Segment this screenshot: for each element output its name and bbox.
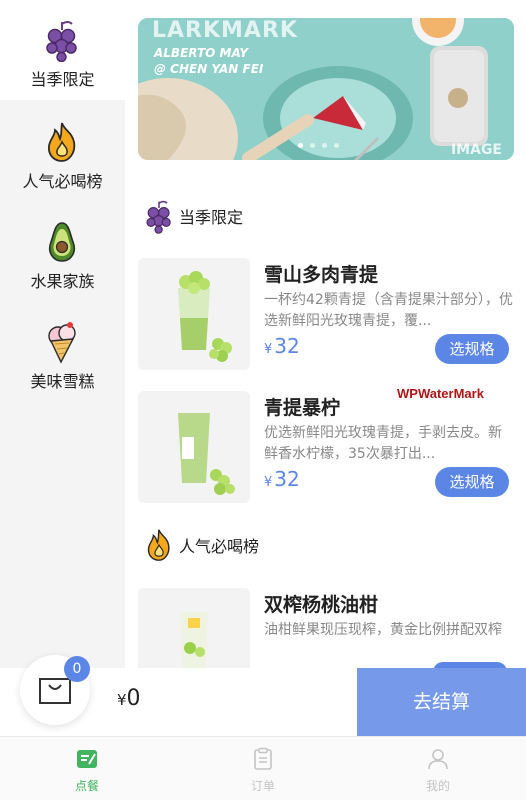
banner-corner-text: IMAGE xyxy=(450,142,502,158)
promo-banner[interactable]: LARKMARK ALBERTO MAY @ CHEN YAN FEI IMAG… xyxy=(138,18,514,160)
section-title: 当季限定 xyxy=(179,208,244,227)
bottom-tab-bar: 点餐 订单 我的 xyxy=(0,736,526,800)
product-card[interactable]: 青提暴柠 优选新鲜阳光玫瑰青提，手剥去皮。新鲜香水柠檬，35次暴打出... ¥3… xyxy=(138,391,514,503)
product-description: 油柑鲜果现压现榨，黄金比例拼配双榨 xyxy=(264,622,502,638)
tab-order[interactable]: 点餐 xyxy=(27,737,147,800)
sidebar-item-fruit[interactable]: 水果家族 xyxy=(0,202,125,302)
order-icon xyxy=(77,750,97,768)
tab-label: 点餐 xyxy=(74,779,99,793)
product-name: 青提暴柠 xyxy=(264,397,341,419)
product-card[interactable]: 双榨杨桃油柑 油柑鲜果现压现榨，黄金比例拼配双榨 xyxy=(138,588,514,668)
section-header-popular: 人气必喝榜 xyxy=(143,525,259,565)
carousel-dot[interactable] xyxy=(298,143,303,148)
sidebar-item-label: 人气必喝榜 xyxy=(22,172,103,191)
tab-orders[interactable]: 订单 xyxy=(203,737,323,800)
product-price: ¥32 xyxy=(264,467,300,491)
product-description: 优选新鲜阳光玫瑰青提，手剥去皮。新鲜香水柠檬，35次暴打出... xyxy=(264,425,502,462)
flame-icon xyxy=(48,122,76,162)
grape-icon xyxy=(146,200,171,234)
clipboard-icon xyxy=(254,747,272,770)
currency-symbol: ¥ xyxy=(117,691,127,709)
carousel-indicator[interactable] xyxy=(298,143,339,148)
tab-label: 我的 xyxy=(425,779,450,793)
tab-profile[interactable]: 我的 xyxy=(378,737,498,800)
product-name: 双榨杨桃油柑 xyxy=(264,594,379,616)
product-image[interactable] xyxy=(138,391,250,503)
cart-count-badge: 0 xyxy=(64,656,90,682)
currency-symbol: ¥ xyxy=(264,475,273,490)
flame-icon xyxy=(147,529,170,561)
sidebar-item-seasonal[interactable]: 当季限定 xyxy=(0,0,125,100)
sidebar-item-label: 美味雪糕 xyxy=(30,372,95,391)
carousel-dot[interactable] xyxy=(334,143,339,148)
sidebar-item-icecream[interactable]: 美味雪糕 xyxy=(0,302,125,402)
product-list[interactable]: LARKMARK ALBERTO MAY @ CHEN YAN FEI IMAG… xyxy=(125,0,526,668)
user-icon xyxy=(428,749,448,770)
watermark-text: WPWaterMark xyxy=(397,386,484,401)
sidebar-item-label: 当季限定 xyxy=(30,70,95,89)
product-card[interactable]: 雪山多肉青提 一杯约42颗青提（含青提果汁部分），优选新鲜阳光玫瑰青提，覆...… xyxy=(138,258,514,370)
section-header-seasonal: 当季限定 xyxy=(143,196,243,236)
ice-cream-icon xyxy=(48,322,76,364)
checkout-button[interactable]: 去结算 xyxy=(357,668,526,736)
product-price: ¥32 xyxy=(264,334,300,358)
total-value: 0 xyxy=(126,686,141,711)
avocado-icon xyxy=(48,222,76,262)
select-spec-button[interactable]: 选规格 xyxy=(435,467,509,497)
select-spec-button[interactable]: 选规格 xyxy=(435,334,509,364)
sidebar-item-popular[interactable]: 人气必喝榜 xyxy=(0,102,125,202)
price-value: 32 xyxy=(274,334,300,358)
banner-title: LARKMARK xyxy=(152,18,298,43)
price-value: 32 xyxy=(274,467,300,491)
cart-total: ¥0 xyxy=(117,686,141,711)
banner-author: ALBERTO MAY xyxy=(154,46,249,60)
carousel-dot[interactable] xyxy=(322,143,327,148)
category-sidebar: 当季限定 人气必喝榜 水果家族 美味雪糕 xyxy=(0,0,125,668)
section-title: 人气必喝榜 xyxy=(179,537,260,556)
tab-label: 订单 xyxy=(250,779,275,793)
product-image[interactable] xyxy=(138,258,250,370)
product-name: 雪山多肉青提 xyxy=(264,264,379,286)
banner-credit: @ CHEN YAN FEI xyxy=(154,62,264,76)
carousel-dot[interactable] xyxy=(310,143,315,148)
currency-symbol: ¥ xyxy=(264,342,273,357)
sidebar-item-label: 水果家族 xyxy=(30,272,95,291)
grape-icon xyxy=(46,21,77,62)
product-image[interactable] xyxy=(138,588,250,668)
product-description: 一杯约42颗青提（含青提果汁部分），优选新鲜阳光玫瑰青提，覆... xyxy=(264,292,513,329)
